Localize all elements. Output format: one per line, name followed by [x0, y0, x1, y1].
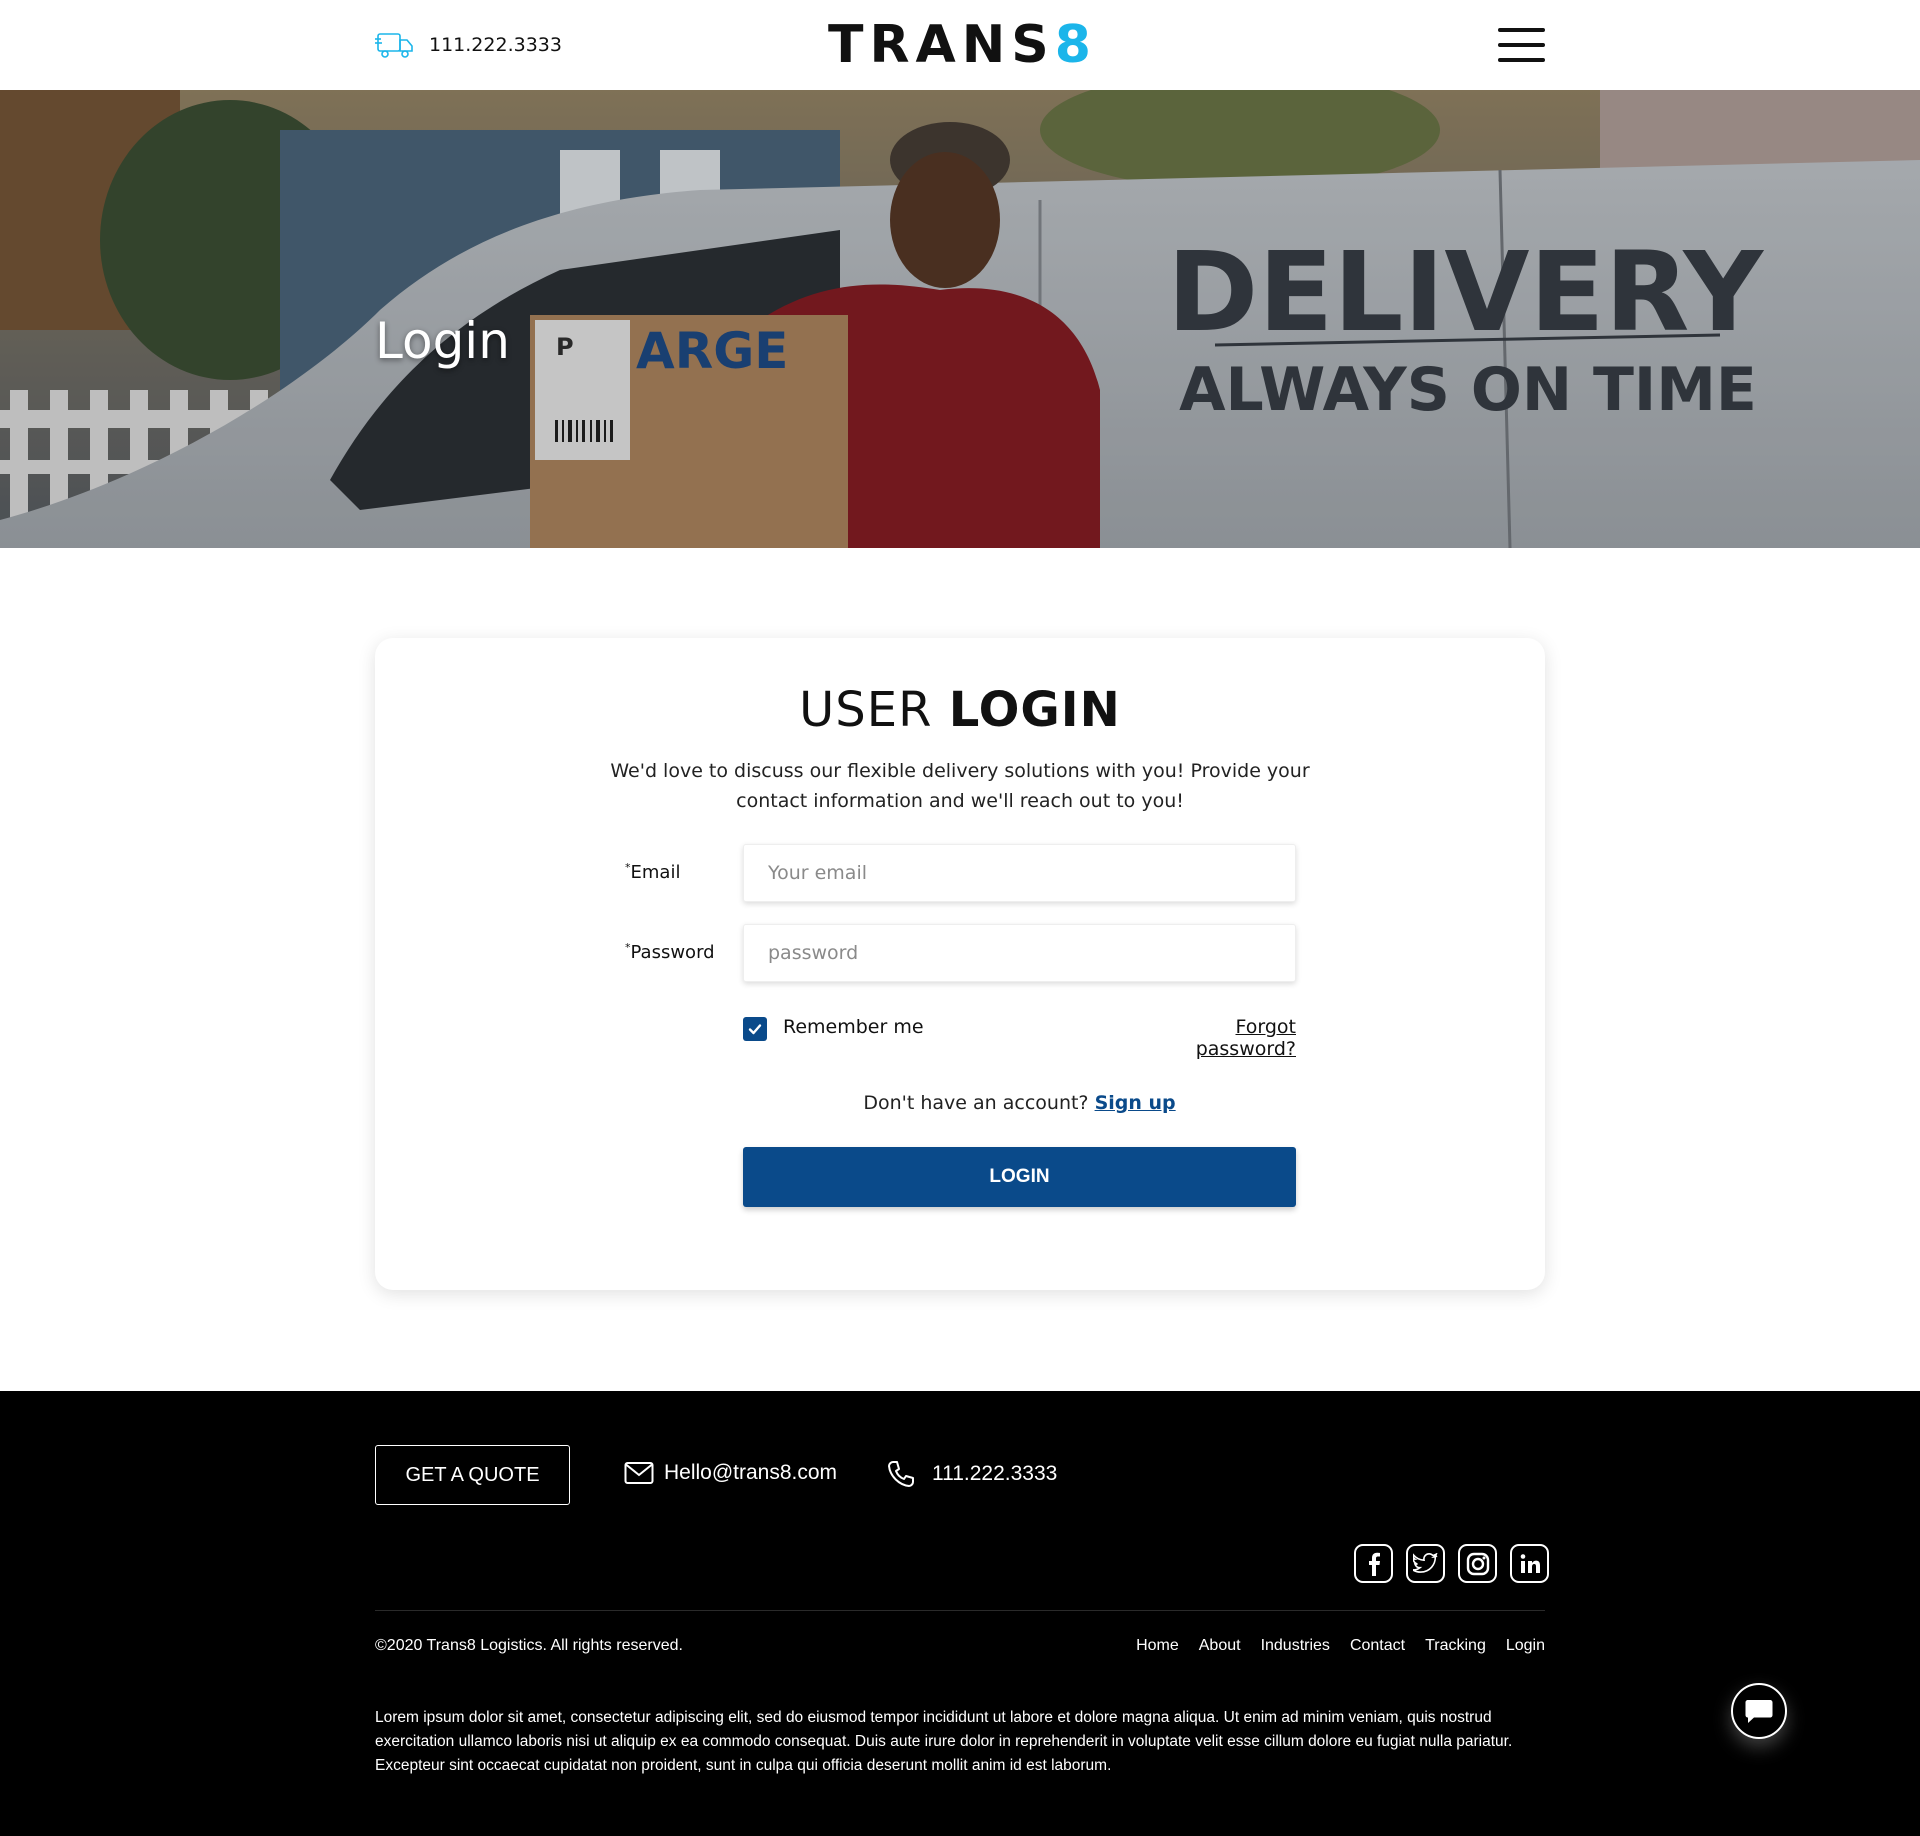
linkedin-icon[interactable]	[1510, 1544, 1549, 1583]
no-account-text: Don't have an account?	[863, 1092, 1089, 1114]
remember-me-label[interactable]: Remember me	[783, 1016, 924, 1038]
login-card: USER LOGIN We'd love to discuss our flex…	[375, 638, 1545, 1290]
email-label-text: Email	[630, 862, 681, 883]
phone-icon	[888, 1461, 914, 1487]
page-title: Login	[375, 312, 510, 370]
login-button[interactable]: LOGIN	[743, 1147, 1296, 1207]
footer-nav-contact[interactable]: Contact	[1350, 1637, 1405, 1655]
get-a-quote-button[interactable]: GET A QUOTE	[375, 1445, 570, 1505]
remember-me-checkbox[interactable]	[743, 1017, 767, 1041]
footer-email[interactable]: Hello@trans8.com	[624, 1461, 837, 1485]
footer-nav: Home About Industries Contact Tracking L…	[1136, 1637, 1545, 1655]
footer-email-text: Hello@trans8.com	[664, 1461, 838, 1484]
email-label: *Email	[625, 861, 680, 883]
password-field[interactable]	[743, 924, 1296, 982]
header-phone-number: 111.222.3333	[429, 34, 562, 56]
footer-phone[interactable]: 111.222.3333	[886, 1459, 1057, 1489]
site-footer: GET A QUOTE Hello@trans8.com 111.222.333…	[0, 1391, 1920, 1836]
social-links	[1354, 1544, 1549, 1583]
menu-icon[interactable]	[1498, 28, 1545, 62]
header-phone[interactable]: 111.222.3333	[375, 30, 562, 60]
password-label: *Password	[625, 941, 715, 963]
footer-nav-about[interactable]: About	[1199, 1637, 1241, 1655]
login-heading: USER LOGIN	[375, 682, 1545, 738]
instagram-icon[interactable]	[1458, 1544, 1497, 1583]
checkmark-icon	[748, 1024, 762, 1035]
login-heading-light: USER	[799, 682, 933, 738]
password-label-text: Password	[630, 942, 715, 963]
chat-bubble-icon	[1745, 1700, 1773, 1723]
footer-body-text: Lorem ipsum dolor sit amet, consectetur …	[375, 1709, 1513, 1774]
email-field[interactable]	[743, 844, 1296, 902]
logo-accent: 8	[1054, 15, 1097, 75]
site-header: 111.222.3333 TRANS 8	[0, 0, 1920, 90]
signup-prompt: Don't have an account? Sign up	[743, 1092, 1296, 1114]
login-description: We'd love to discuss our flexible delive…	[610, 760, 1310, 812]
footer-nav-industries[interactable]: Industries	[1261, 1637, 1330, 1655]
footer-nav-login[interactable]: Login	[1506, 1637, 1545, 1655]
forgot-password-link[interactable]: Forgot password?	[1130, 1016, 1296, 1060]
copyright-text: ©2020 Trans8 Logistics. All rights reser…	[375, 1637, 683, 1654]
signup-link[interactable]: Sign up	[1095, 1092, 1176, 1114]
footer-nav-tracking[interactable]: Tracking	[1425, 1637, 1486, 1655]
footer-divider	[375, 1610, 1545, 1611]
twitter-icon[interactable]	[1406, 1544, 1445, 1583]
truck-icon	[375, 33, 413, 58]
site-logo[interactable]: TRANS 8	[828, 15, 1097, 75]
footer-nav-home[interactable]: Home	[1136, 1637, 1179, 1655]
hero-photo: DELIVERY ALWAYS ON TIME P ARGE	[0, 90, 1920, 548]
login-heading-bold: LOGIN	[948, 682, 1121, 738]
facebook-icon[interactable]	[1354, 1544, 1393, 1583]
footer-phone-number: 111.222.3333	[932, 1462, 1058, 1485]
logo-text: TRANS	[828, 15, 1055, 75]
hero-banner: DELIVERY ALWAYS ON TIME P ARGE Login	[0, 90, 1920, 548]
mail-icon	[624, 1462, 654, 1484]
chat-button[interactable]	[1731, 1683, 1787, 1739]
